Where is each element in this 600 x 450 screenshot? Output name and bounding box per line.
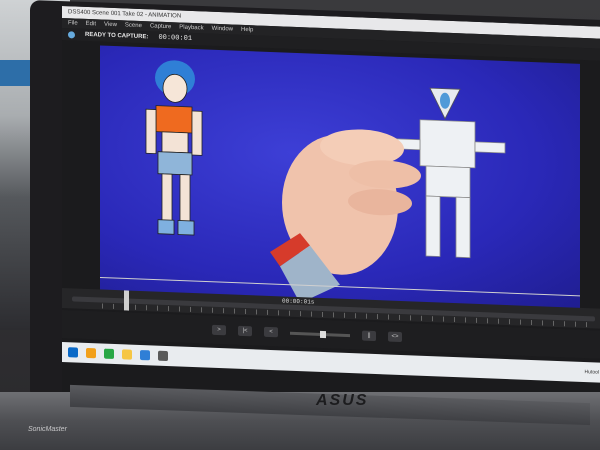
menu-playback[interactable]: Playback (179, 23, 203, 34)
capture-timecode: 00:00:01 (158, 33, 193, 43)
menu-capture[interactable]: Capture (150, 21, 171, 32)
menu-view[interactable]: View (104, 20, 117, 30)
laptop-screen: DSS400 Scene 001 Take 02 - ANIMATION Fil… (62, 6, 600, 419)
loop-button[interactable]: <> (388, 331, 402, 343)
windows-start-icon[interactable] (68, 347, 78, 358)
tray-text: Hutool (584, 369, 599, 376)
taskbar-tray: Hutool (585, 369, 599, 376)
brand-logo: ASUS (316, 392, 369, 409)
paper-girl-figure (145, 60, 203, 236)
play-button[interactable]: > (212, 324, 226, 336)
photoshop-icon[interactable] (140, 349, 150, 361)
capture-icon[interactable] (68, 30, 75, 38)
slider-knob[interactable] (320, 330, 326, 338)
timeline-playhead[interactable] (124, 290, 129, 311)
menu-scene[interactable]: Scene (125, 20, 142, 31)
timeline-time: 00:00:01s (282, 297, 315, 306)
sonicmaster-label: SonicMaster (28, 426, 67, 433)
camera-viewport[interactable] (100, 45, 580, 314)
app-icon[interactable] (158, 350, 168, 362)
pause-button[interactable]: || (362, 330, 376, 342)
menu-help[interactable]: Help (241, 25, 253, 35)
search-icon[interactable] (86, 347, 96, 359)
folder-icon[interactable] (122, 349, 132, 360)
playback-slider[interactable] (290, 330, 350, 338)
photo-scene: DSS400 Scene 001 Take 02 - ANIMATION Fil… (0, 0, 600, 450)
menu-file[interactable]: File (68, 18, 78, 28)
chrome-icon[interactable] (104, 348, 114, 359)
capture-status-label: READY TO CAPTURE: (85, 31, 149, 41)
menu-edit[interactable]: Edit (86, 19, 96, 29)
step-back-button[interactable]: < (264, 326, 278, 338)
viewport-scene (100, 60, 580, 304)
menu-window[interactable]: Window (212, 24, 233, 35)
skip-start-button[interactable]: |< (238, 325, 252, 337)
